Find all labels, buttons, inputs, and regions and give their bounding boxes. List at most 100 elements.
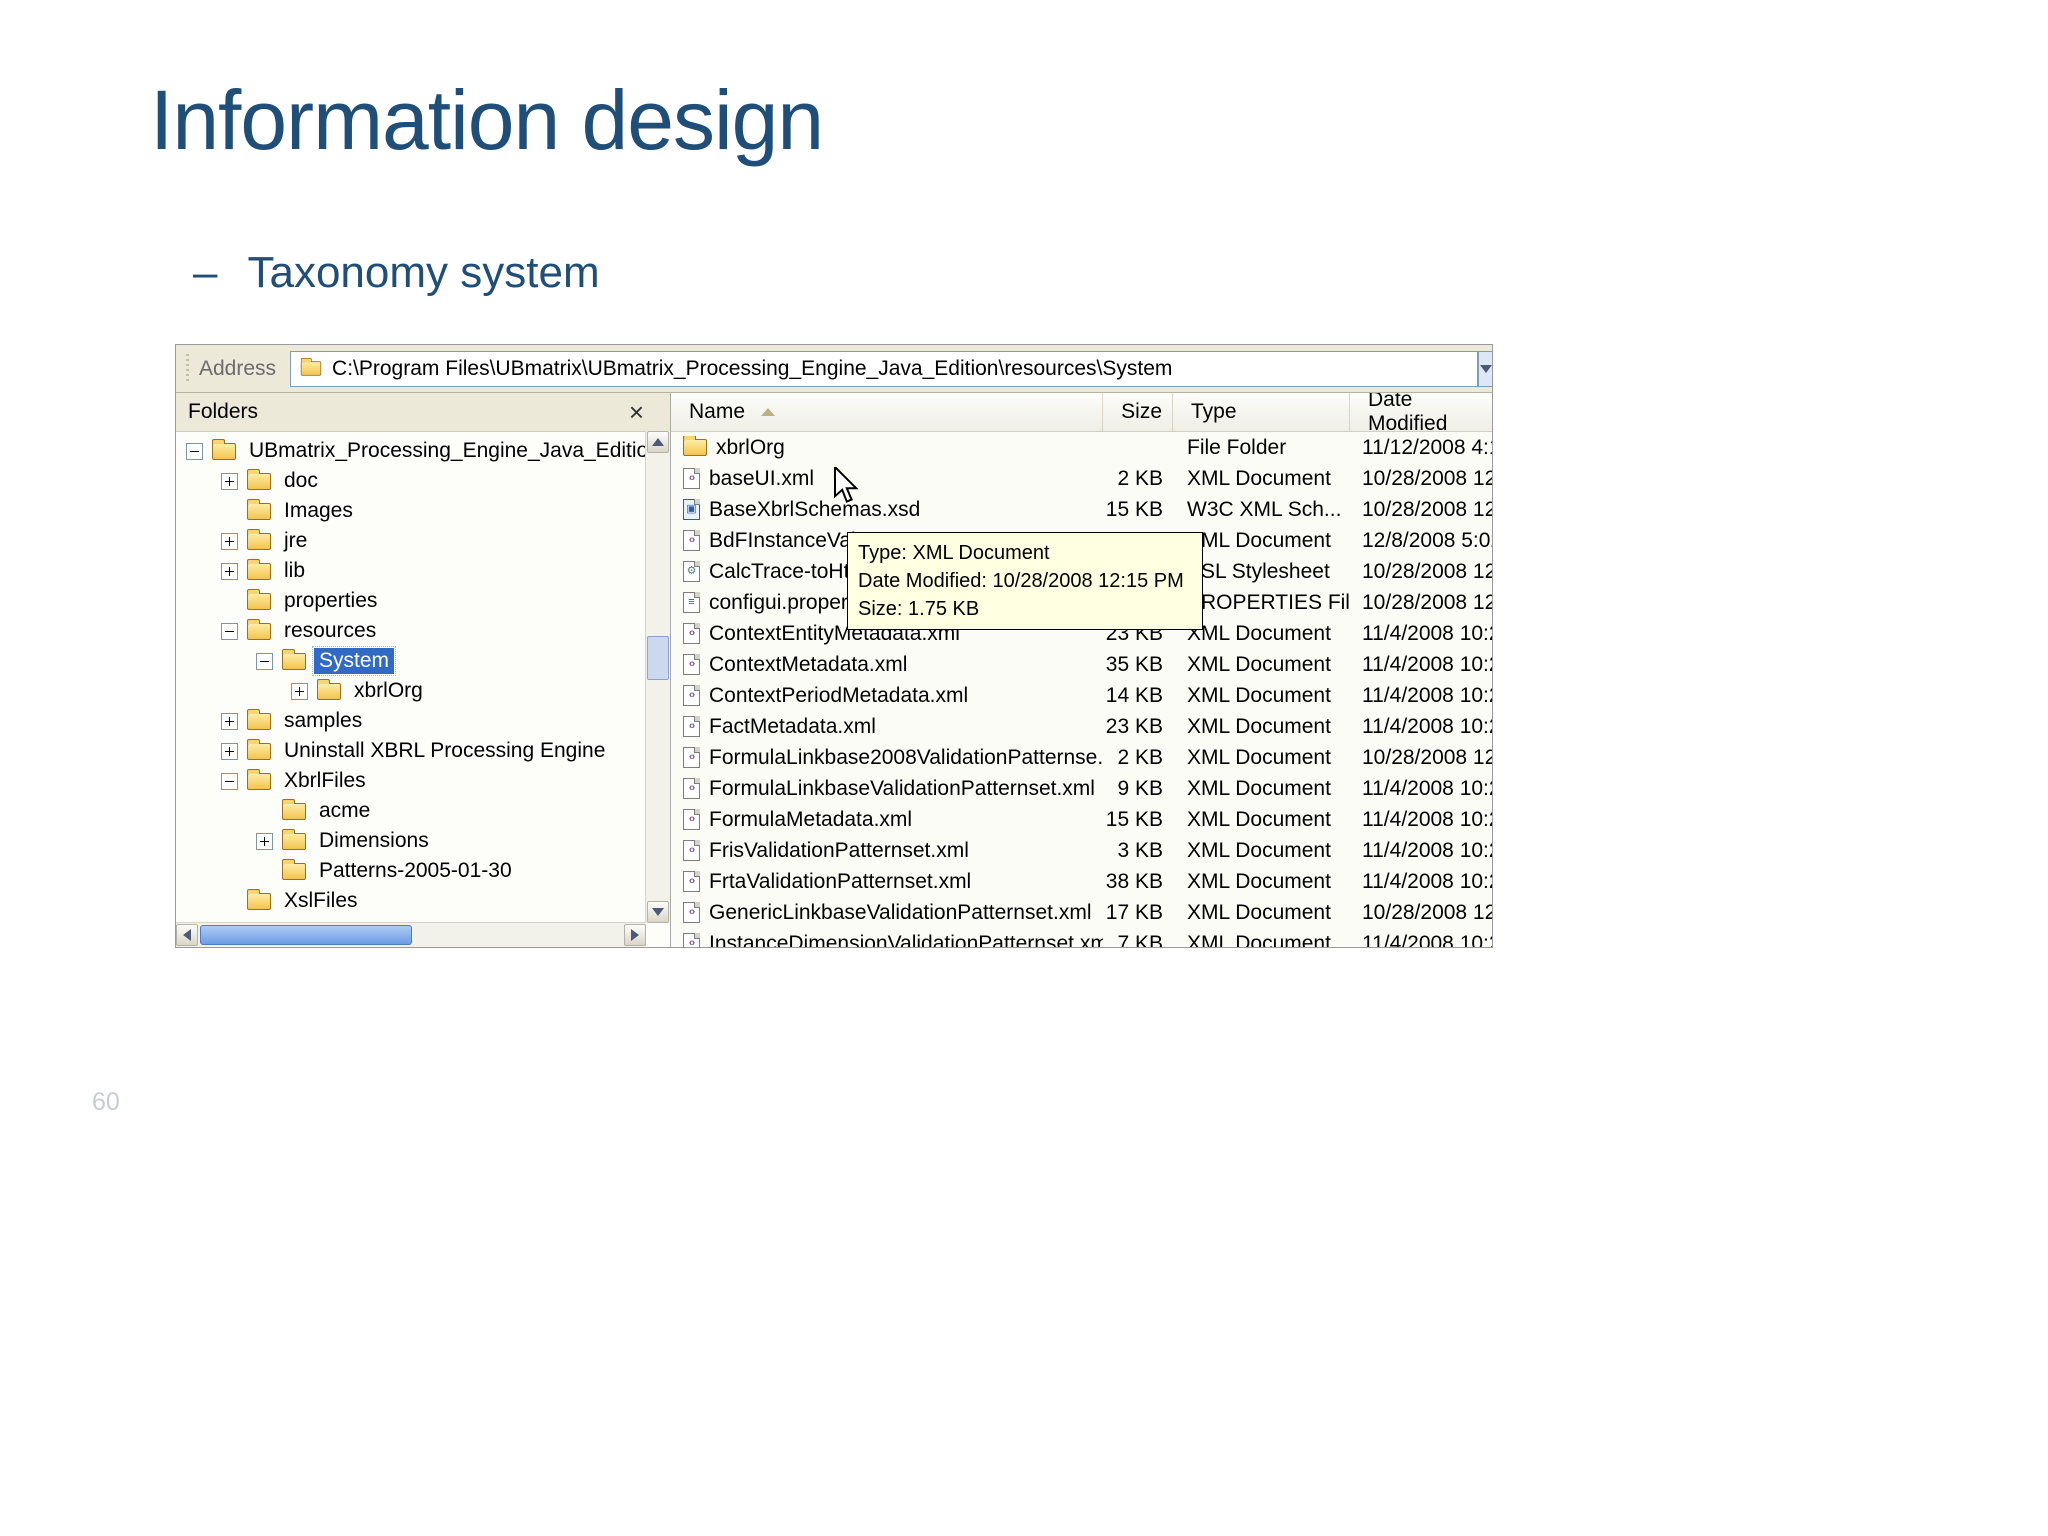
file-size: 2 KB (1117, 745, 1163, 769)
collapse-minus-icon[interactable] (256, 652, 273, 670)
explorer-main: Folders × UBmatrix_Processing_Engine_Jav… (176, 393, 1492, 947)
mouse-cursor-icon (834, 467, 859, 503)
file-row[interactable]: InstanceDimensionValidationPatternset.xm… (671, 928, 1492, 947)
file-name: CalcTrace-toHt (709, 559, 850, 583)
slide-page-number: 60 (92, 1088, 120, 1116)
prop-file-icon (683, 592, 700, 613)
tree-item[interactable]: Dimensions (176, 826, 646, 856)
expand-plus-icon[interactable] (221, 742, 238, 760)
tooltip-type: Type: XML Document (858, 542, 1050, 564)
tree-item[interactable]: properties (176, 586, 646, 616)
tree-item[interactable]: Uninstall XBRL Processing Engine (176, 736, 646, 766)
file-type: XML Document (1187, 838, 1331, 862)
tree-item[interactable]: UBmatrix_Processing_Engine_Java_Edition (176, 436, 646, 466)
file-name: FormulaMetadata.xml (709, 807, 913, 831)
xml-file-icon (683, 902, 700, 923)
file-row[interactable]: BaseXbrlSchemas.xsd 15 KB W3C XML Sch... 10… (671, 494, 1492, 525)
tree-item[interactable]: resources (176, 616, 646, 646)
tree-item[interactable]: Images (176, 496, 646, 526)
file-type: XML Document (1187, 807, 1331, 831)
column-header-size[interactable]: Size (1103, 393, 1173, 431)
folder-icon (683, 435, 707, 456)
file-row[interactable]: ContextPeriodMetadata.xml 14 KB XML Docume… (671, 680, 1492, 711)
chevron-down-icon (1479, 364, 1492, 373)
folders-header-label: Folders (188, 400, 259, 423)
address-input[interactable]: C:\Program Files\UBmatrix\UBmatrix_Proce… (290, 350, 1478, 387)
tree-item[interactable]: samples (176, 706, 646, 736)
expand-plus-icon[interactable] (256, 832, 273, 850)
expand-plus-icon[interactable] (221, 472, 238, 490)
tree-item-label: Patterns-2005-01-30 (319, 859, 512, 882)
tree-item[interactable]: lib (176, 556, 646, 586)
folder-icon (247, 588, 271, 610)
file-date-modified: 10/28/2008 12: (1362, 497, 1492, 521)
toolbar-grip (186, 353, 189, 384)
folder-icon (247, 768, 271, 790)
file-row[interactable]: FormulaMetadata.xml 15 KB XML Document 11/4… (671, 804, 1492, 835)
vertical-scroll-thumb[interactable] (647, 636, 669, 680)
column-header-type[interactable]: Type (1173, 393, 1350, 431)
folders-vertical-scrollbar[interactable] (645, 431, 670, 923)
folder-icon (282, 828, 306, 850)
file-row[interactable]: FormulaLinkbase2008ValidationPatternse..… (671, 742, 1492, 773)
xsd-file-icon (683, 499, 700, 520)
file-row[interactable]: FormulaLinkbaseValidationPatternset.xml 9… (671, 773, 1492, 804)
tree-item[interactable]: System (176, 646, 646, 676)
expand-plus-icon[interactable] (221, 562, 238, 580)
file-name-cell: ContextMetadata.xml (671, 653, 1103, 677)
file-name: FormulaLinkbase2008ValidationPatternse..… (709, 745, 1103, 769)
file-type: File Folder (1187, 435, 1287, 459)
scroll-right-button[interactable] (624, 924, 646, 946)
file-date-modified: 11/12/2008 4:1 (1362, 435, 1492, 459)
file-row[interactable]: xbrlOrg File Folder 11/12/2008 4:1 (671, 432, 1492, 463)
file-row[interactable]: ContextMetadata.xml 35 KB XML Document 11/4… (671, 649, 1492, 680)
folders-horizontal-scrollbar[interactable] (176, 922, 646, 947)
tree-item-label: jre (284, 529, 308, 552)
file-row[interactable]: baseUI.xml 2 KB XML Document 10/28/2008 12: (671, 463, 1492, 494)
tree-item[interactable]: Patterns-2005-01-30 (176, 856, 646, 886)
scroll-down-button[interactable] (647, 901, 669, 923)
collapse-minus-icon[interactable] (221, 772, 238, 790)
tree-item-label: xbrlOrg (354, 679, 423, 702)
file-row[interactable]: FrisValidationPatternset.xml 3 KB XML Docu… (671, 835, 1492, 866)
tree-item-label: Uninstall XBRL Processing Engine (284, 739, 606, 762)
address-dropdown-button[interactable] (1478, 350, 1492, 387)
collapse-minus-icon[interactable] (221, 622, 238, 640)
tree-item[interactable]: XslFiles (176, 886, 646, 916)
file-size: 15 KB (1105, 497, 1163, 521)
close-folders-icon[interactable]: × (629, 399, 644, 425)
xml-file-icon (683, 530, 700, 551)
collapse-minus-icon[interactable] (186, 442, 203, 460)
tree-item-label: resources (284, 619, 377, 642)
file-row[interactable]: FactMetadata.xml 23 KB XML Document 11/4/20… (671, 711, 1492, 742)
column-header-name[interactable]: Name (671, 393, 1103, 431)
xml-file-icon (683, 778, 700, 799)
file-row[interactable]: FrtaValidationPatternset.xml 38 KB XML Doc… (671, 866, 1492, 897)
folder-icon (282, 858, 306, 880)
file-name: FrtaValidationPatternset.xml (709, 869, 972, 893)
tree-item[interactable]: doc (176, 466, 646, 496)
column-header-label: Name (689, 400, 746, 423)
file-date-modified: 11/4/2008 10:2 (1362, 776, 1492, 800)
tree-item[interactable]: xbrlOrg (176, 676, 646, 706)
tree-item[interactable]: acme (176, 796, 646, 826)
xml-file-icon (683, 933, 700, 947)
column-header-date-modified[interactable]: Date Modified (1350, 393, 1492, 435)
folder-icon (212, 438, 236, 460)
folder-icon (247, 618, 271, 640)
scroll-up-button[interactable] (647, 431, 669, 453)
scroll-left-button[interactable] (176, 924, 198, 946)
xml-file-icon (683, 747, 700, 768)
expand-plus-icon[interactable] (221, 532, 238, 550)
tree-item-label: Dimensions (319, 829, 429, 852)
file-date-modified: 11/4/2008 10:2 (1362, 869, 1492, 893)
file-row[interactable]: GenericLinkbaseValidationPatternset.xml 1… (671, 897, 1492, 928)
horizontal-scroll-thumb[interactable] (200, 925, 412, 945)
file-type: XML Document (1187, 776, 1331, 800)
expand-plus-icon[interactable] (291, 682, 308, 700)
file-size: 35 KB (1105, 652, 1163, 676)
tree-item-label: UBmatrix_Processing_Engine_Java_Edition (249, 439, 646, 462)
tree-item[interactable]: jre (176, 526, 646, 556)
tree-item[interactable]: XbrlFiles (176, 766, 646, 796)
expand-plus-icon[interactable] (221, 712, 238, 730)
